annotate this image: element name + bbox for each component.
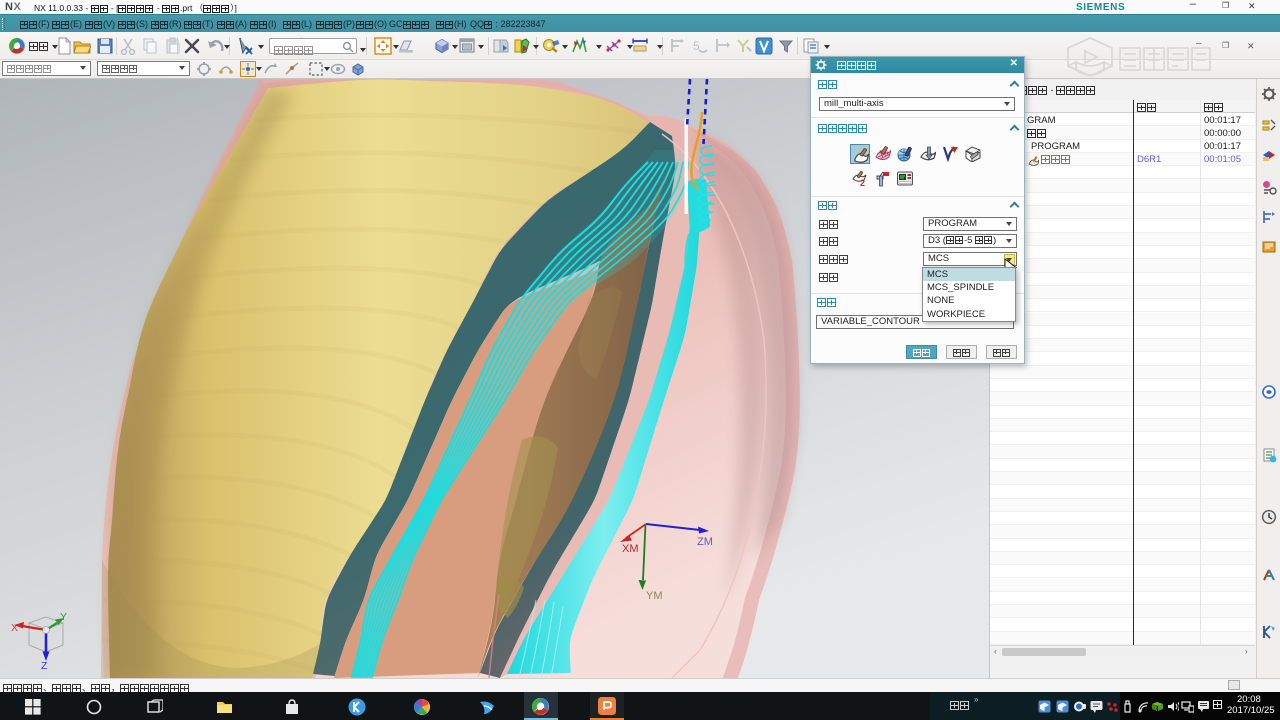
svg-text:Z: Z <box>41 660 48 672</box>
svg-text:ZM: ZM <box>697 536 713 548</box>
svg-text:YM: YM <box>646 590 663 602</box>
svg-text:2: 2 <box>860 178 865 187</box>
svg-text:XM: XM <box>622 543 639 555</box>
svg-text:Y: Y <box>60 611 67 623</box>
svg-text:X: X <box>11 622 18 634</box>
